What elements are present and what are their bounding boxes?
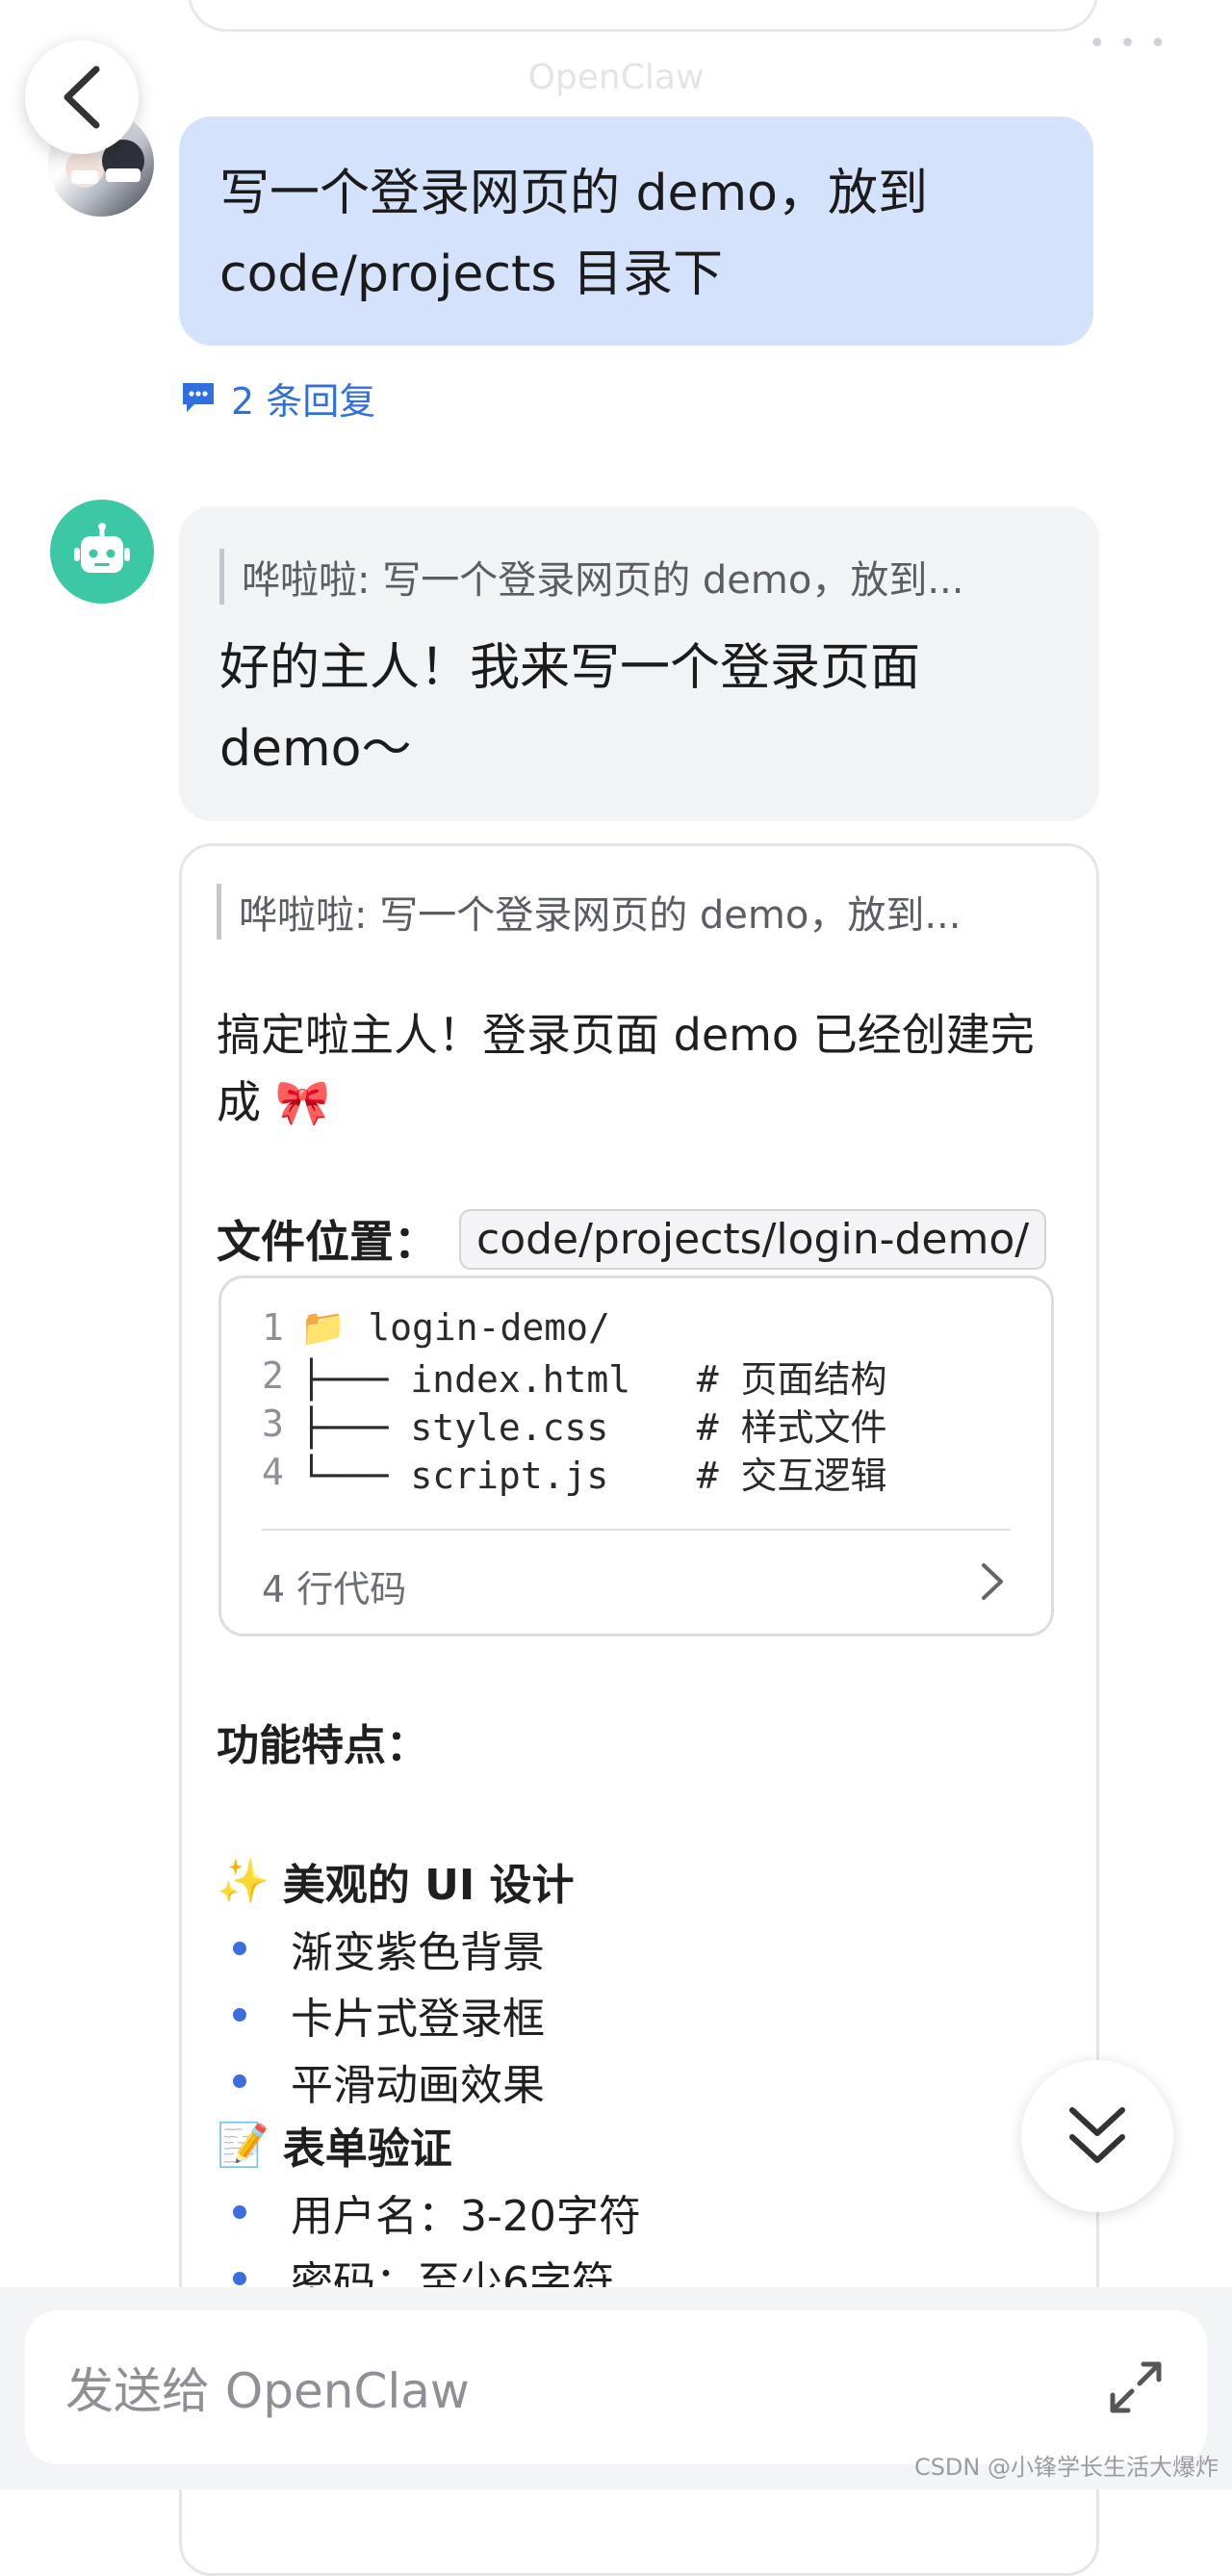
code-block[interactable]: 1 📁 login-demo/ 2 ├─── index.html # 页面结构 3… <box>218 1275 1054 1636</box>
bot-reply-bubble[interactable]: 哗啦啦: 写一个登录网页的 demo，放到... 好的主人！我来写一个登录页面 … <box>179 506 1099 821</box>
code-line: 3 ├─── style.css # 样式文件 <box>262 1403 887 1449</box>
features-title: 功能特点： <box>217 1721 428 1770</box>
list-item: 用户名：3-20字符 <box>233 2181 641 2243</box>
code-divider <box>262 1529 1011 1531</box>
message-input-placeholder: 发送给 OpenClaw <box>65 2363 470 2419</box>
bullet-dot <box>233 2272 246 2285</box>
file-location-row: 文件位置： code/projects/login-demo/ <box>217 1207 1047 1271</box>
list-item: 平滑动画效果 <box>233 2050 545 2112</box>
chevron-left-icon <box>64 65 100 129</box>
bullet-dot <box>233 2008 246 2022</box>
double-chevron-down-icon <box>1069 2107 1125 2163</box>
file-location-path[interactable]: code/projects/login-demo/ <box>459 1208 1047 1270</box>
code-line: 4 └─── script.js # 交互逻辑 <box>262 1451 887 1497</box>
bot-reply-text: 好的主人！我来写一个登录页面 demo～ <box>219 639 921 778</box>
code-line: 1 📁 login-demo/ <box>262 1305 610 1350</box>
feature-group-title: 📝 表单验证 <box>217 2121 452 2174</box>
back-button[interactable] <box>25 40 139 154</box>
feature-group-title: ✨ 美观的 UI 设计 <box>217 1857 575 1910</box>
card-quoted-message: 哗啦啦: 写一个登录网页的 demo，放到... <box>217 884 1066 940</box>
sparkles-icon: ✨ <box>217 1857 270 1906</box>
code-line: 2 ├─── index.html # 页面结构 <box>262 1354 887 1401</box>
scroll-to-bottom-button[interactable] <box>1021 2060 1173 2212</box>
done-message: 搞定啦主人！登录页面 demo 已经创建完成 🎀 <box>217 1009 1035 1128</box>
reply-count-label: 2 条回复 <box>231 379 376 423</box>
more-icon[interactable]: ••• <box>1089 27 1180 61</box>
memo-icon: 📝 <box>217 2121 270 2170</box>
list-item: 渐变紫色背景 <box>233 1918 545 1979</box>
bullet-dot <box>233 2074 246 2088</box>
bot-avatar[interactable] <box>50 500 154 604</box>
reply-count-link[interactable]: 2 条回复 <box>179 374 376 423</box>
watermark: CSDN @小锋学长生活大爆炸 <box>913 2454 1219 2481</box>
message-input[interactable]: 发送给 OpenClaw <box>25 2310 1207 2464</box>
code-line-count: 4 行代码 <box>262 1568 407 1610</box>
robot-icon <box>74 523 130 573</box>
chat-bubble-icon <box>183 383 214 412</box>
previous-card-edge <box>188 0 1098 32</box>
user-message-bubble[interactable]: 写一个登录网页的 demo，放到 code/projects 目录下 <box>179 116 1093 346</box>
header-title: OpenClaw <box>527 58 705 97</box>
bullet-dot <box>233 2205 246 2219</box>
bullet-dot <box>233 1942 246 1955</box>
quoted-message: 哗啦啦: 写一个登录网页的 demo，放到... <box>219 549 1059 605</box>
file-location-label: 文件位置： <box>217 1216 438 1268</box>
expand-icon[interactable] <box>1105 2357 1167 2418</box>
list-item: 卡片式登录框 <box>233 1984 545 2046</box>
chevron-right-icon[interactable] <box>978 1559 1007 1604</box>
